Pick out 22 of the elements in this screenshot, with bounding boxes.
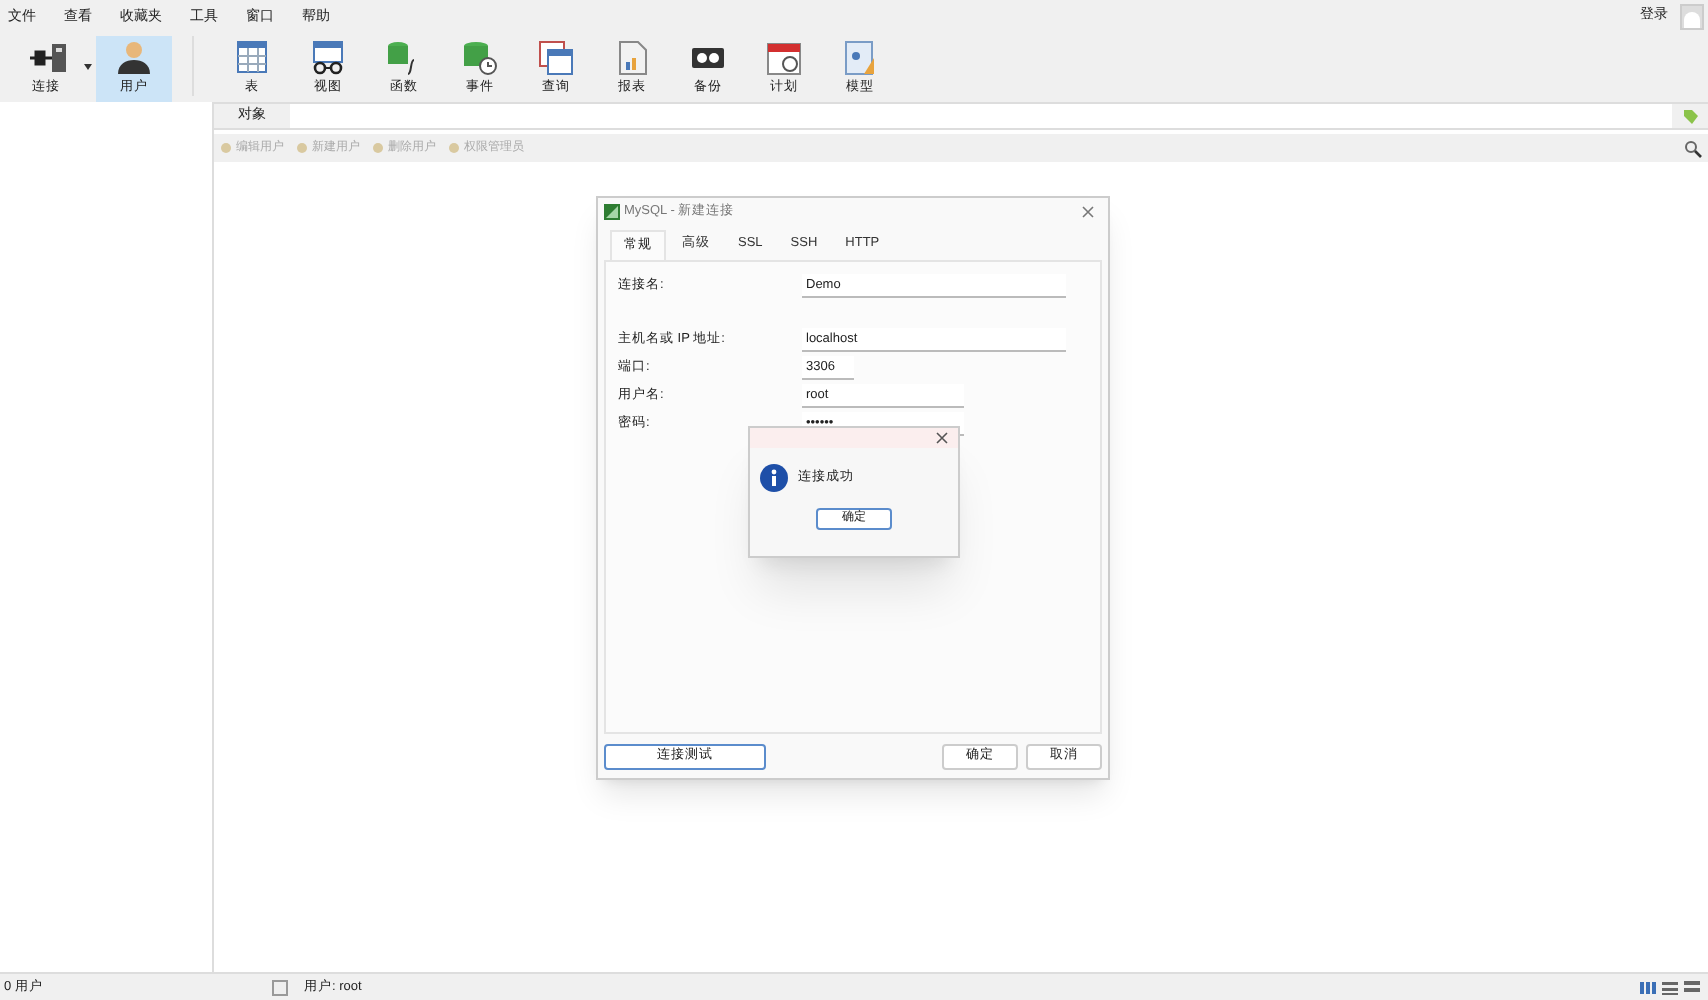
query-table-icon <box>536 38 576 78</box>
user-action-icon <box>296 142 308 154</box>
user-action-icon <box>448 142 460 154</box>
database-clock-icon <box>460 38 500 78</box>
grid-view-icon[interactable] <box>1640 979 1656 995</box>
model-icon <box>840 38 880 78</box>
detail-view-icon[interactable] <box>1684 979 1700 995</box>
close-icon[interactable] <box>936 432 948 444</box>
app-logo-icon <box>604 204 620 220</box>
plug-icon <box>26 38 66 78</box>
user-action-icon <box>220 142 232 154</box>
calendar-icon <box>764 38 804 78</box>
search-icon[interactable] <box>1684 139 1702 157</box>
user-icon <box>114 38 154 78</box>
glasses-table-icon <box>308 38 348 78</box>
list-view-icon[interactable] <box>1662 979 1678 995</box>
info-icon <box>760 464 788 492</box>
caret-icon[interactable] <box>84 64 92 70</box>
close-icon[interactable] <box>1082 206 1094 218</box>
user-action-icon <box>372 142 384 154</box>
document-icon <box>272 979 288 995</box>
table-icon <box>232 38 272 78</box>
